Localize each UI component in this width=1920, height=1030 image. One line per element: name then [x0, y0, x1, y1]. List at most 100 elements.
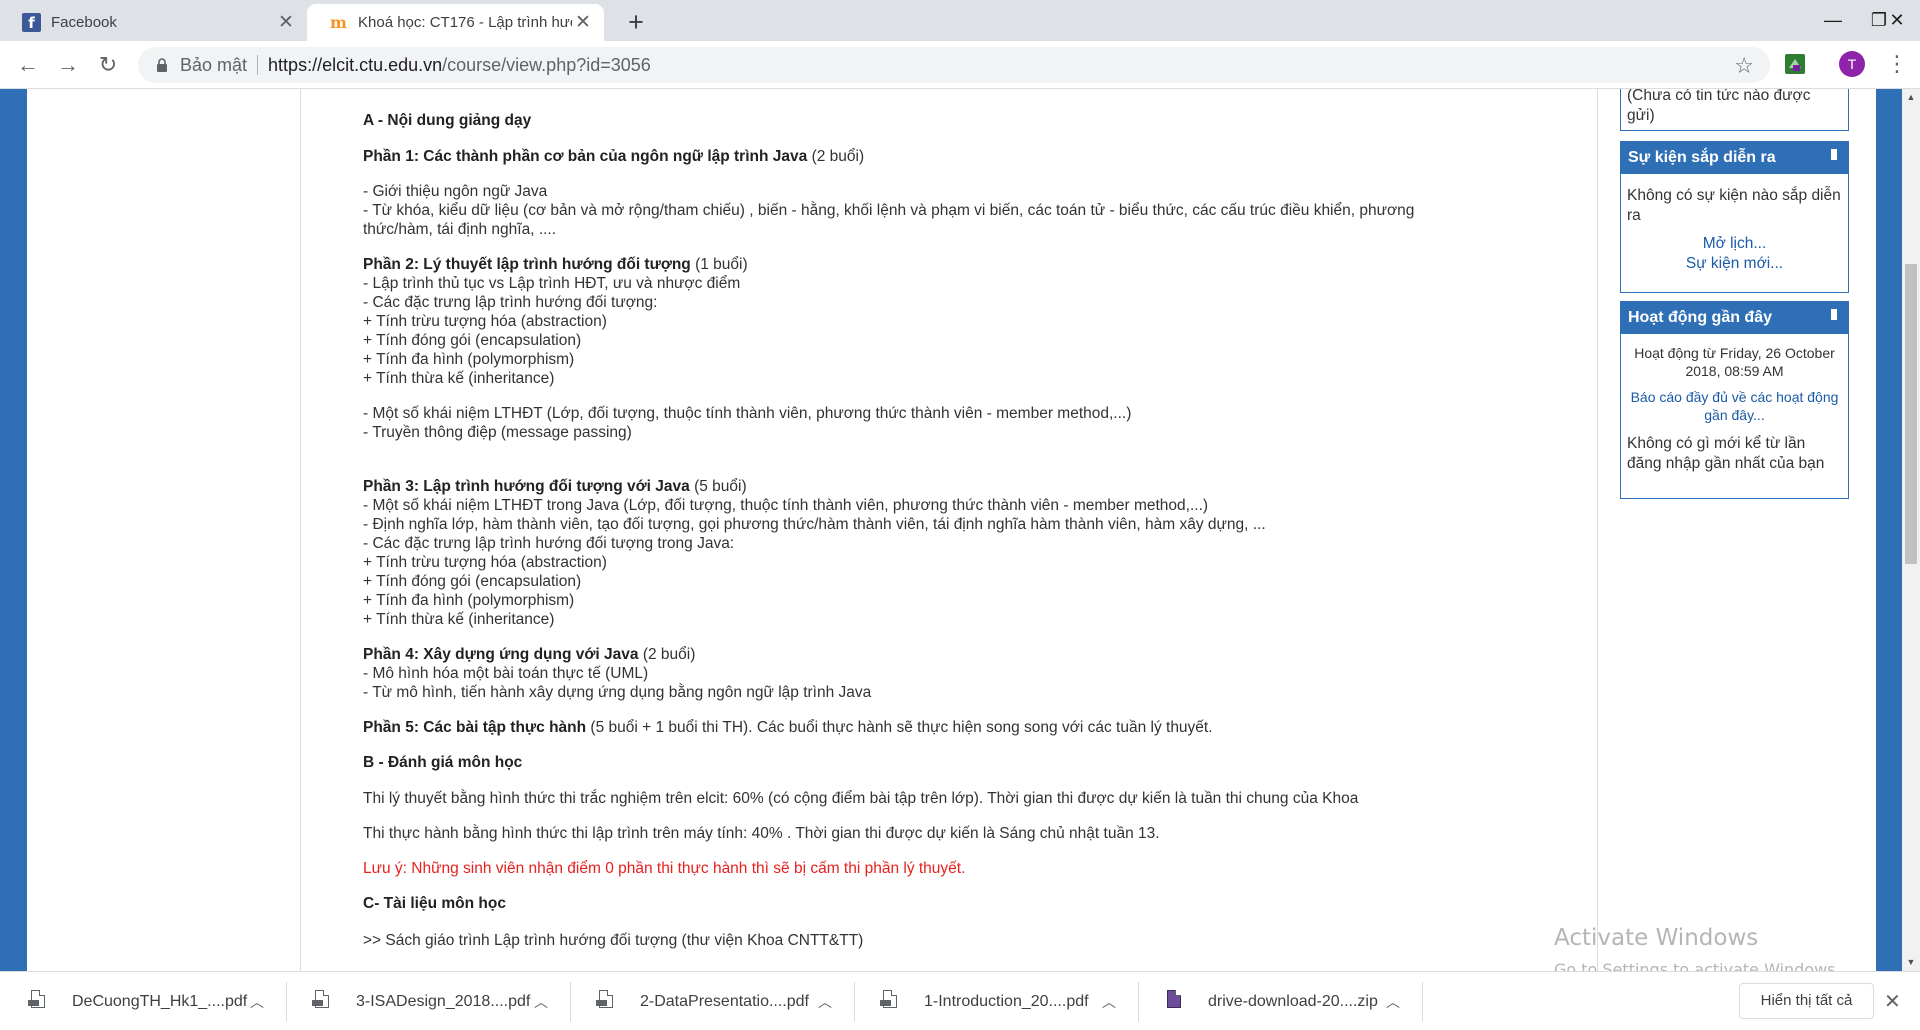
full-activity-report-link[interactable]: Báo cáo đầy đủ về các hoạt động gần đây.…: [1631, 389, 1839, 423]
dock-icon[interactable]: [1827, 148, 1838, 161]
chevron-up-icon[interactable]: ︿: [810, 992, 840, 1012]
url-host: https://elcit.ctu.edu.vn: [268, 54, 443, 75]
part3-line: - Các đặc trưng lập trình hướng đối tượn…: [363, 535, 735, 552]
menu-icon[interactable]: ⋮: [1886, 49, 1908, 79]
url-path: /course/view.php?id=3056: [442, 54, 651, 75]
pdf-file-icon: [28, 990, 48, 1014]
close-tab-icon[interactable]: ✕: [275, 11, 297, 34]
security-label: Bảo mật: [180, 54, 248, 75]
part2-line: - Một số khái niệm LTHĐT (Lớp, đối tượng…: [363, 405, 1132, 422]
part1-line: - Từ khóa, kiểu dữ liệu (cơ bản và mở rộ…: [363, 202, 1415, 219]
download-filename: 3-ISADesign_2018....pdf: [356, 993, 531, 1010]
forward-icon[interactable]: →: [52, 49, 84, 81]
part2-line: - Các đặc trưng lập trình hướng đối tượn…: [363, 294, 658, 311]
download-item[interactable]: 2-DataPresentatio....pdf ︿: [568, 980, 840, 1024]
download-filename: 1-Introduction_20....pdf: [924, 993, 1089, 1010]
bookmark-star-icon[interactable]: ☆: [1734, 53, 1754, 79]
section-b-heading: B - Đánh giá môn học: [363, 754, 523, 771]
part4-line: - Từ mô hình, tiến hành xây dựng ứng dụn…: [363, 684, 872, 701]
download-item[interactable]: 3-ISADesign_2018....pdf ︿: [284, 980, 556, 1024]
column-divider: [1597, 89, 1598, 971]
part2-line: + Tính đóng gói (encapsulation): [363, 332, 582, 349]
address-bar[interactable]: Bảo mật https://elcit.ctu.edu.vn/course/…: [138, 47, 1770, 83]
download-item[interactable]: DeCuongTH_Hk1_....pdf ︿: [0, 980, 272, 1024]
events-empty-text: Không có sự kiện nào sắp diễn ra: [1627, 187, 1841, 224]
chevron-up-icon[interactable]: ︿: [1094, 992, 1124, 1012]
extension-icon[interactable]: [1784, 53, 1806, 75]
part1-line: thức/hàm, tái định nghĩa, ....: [363, 221, 557, 238]
part1-heading: Phần 1: Các thành phần cơ bản của ngôn n…: [363, 148, 865, 165]
material-line: >> Sách giáo trình Lập trình hướng đối t…: [363, 932, 864, 949]
facebook-icon: f: [22, 13, 41, 32]
section-a-heading: A - Nội dung giảng dạy: [363, 112, 532, 129]
recent-activity-block: Hoạt động gần đây Hoạt động từ Friday, 2…: [1620, 301, 1849, 499]
page-frame-right: [1876, 89, 1902, 971]
browser-toolbar: ← → ↻ Bảo mật https://elcit.ctu.edu.vn/c…: [0, 41, 1920, 89]
part2-line: + Tính trừu tượng hóa (abstraction): [363, 313, 607, 330]
minimize-button[interactable]: —: [1810, 3, 1856, 37]
download-filename: drive-download-20....zip: [1208, 993, 1378, 1010]
tab-title: Khoá học: CT176 - Lập trình hướ: [358, 14, 572, 31]
divider: [257, 55, 259, 75]
part3-line: - Một số khái niệm LTHĐT trong Java (Lớp…: [363, 497, 1209, 514]
activate-windows-title: Activate Windows: [1554, 925, 1759, 951]
vertical-scrollbar[interactable]: ▲ ▼: [1902, 89, 1920, 971]
chevron-up-icon[interactable]: ︿: [242, 992, 272, 1012]
scrollbar-thumb[interactable]: [1905, 264, 1917, 564]
section-c-heading: C- Tài liệu môn học: [363, 895, 506, 912]
pdf-file-icon: [880, 990, 900, 1014]
part4-heading: Phần 4: Xây dựng ứng dụng với Java (2 bu…: [363, 646, 696, 663]
part2-line: + Tính đa hình (polymorphism): [363, 351, 575, 368]
close-tab-icon[interactable]: ✕: [572, 11, 594, 34]
part3-line: + Tính trừu tượng hóa (abstraction): [363, 554, 607, 571]
back-icon[interactable]: ←: [12, 49, 44, 81]
tab-title: Facebook: [51, 14, 117, 31]
zip-file-icon: [1164, 990, 1184, 1014]
part1-line: - Giới thiệu ngôn ngữ Java: [363, 183, 548, 200]
close-shelf-icon[interactable]: ✕: [1884, 989, 1901, 1014]
page-frame-left: [0, 89, 27, 971]
page-viewport: A - Nội dung giảng dạy Phần 1: Các thành…: [0, 89, 1902, 971]
open-calendar-link[interactable]: Mở lịch...: [1703, 235, 1767, 252]
new-event-link[interactable]: Sự kiện mới...: [1686, 255, 1783, 272]
tab-facebook[interactable]: f Facebook ✕: [0, 4, 308, 41]
warning-note: Lưu ý: Những sinh viên nhận điểm 0 phần …: [363, 860, 966, 877]
scroll-up-icon[interactable]: ▲: [1902, 89, 1920, 106]
scroll-down-icon[interactable]: ▼: [1902, 954, 1920, 971]
download-filename: DeCuongTH_Hk1_....pdf: [72, 993, 248, 1010]
pdf-file-icon: [312, 990, 332, 1014]
block-title: Hoạt động gần đây: [1628, 309, 1772, 326]
tab-strip: f Facebook ✕ m Khoá học: CT176 - Lập trì…: [0, 0, 1920, 41]
grading-line: Thi lý thuyết bằng hình thức thi trắc ng…: [363, 790, 1359, 807]
news-empty-text: (Chưa có tin tức nào được gửi): [1627, 89, 1811, 124]
show-all-button[interactable]: Hiển thị tất cả: [1739, 983, 1874, 1019]
chevron-up-icon[interactable]: ︿: [1378, 992, 1408, 1012]
download-item[interactable]: 1-Introduction_20....pdf ︿: [852, 980, 1124, 1024]
part3-heading: Phần 3: Lập trình hướng đối tượng với Ja…: [363, 478, 747, 495]
part2-line: + Tính thừa kế (inheritance): [363, 370, 555, 387]
divider: [1422, 982, 1423, 1022]
part2-heading: Phần 2: Lý thuyết lập trình hướng đối tư…: [363, 256, 748, 273]
column-divider: [300, 89, 301, 971]
part4-line: - Mô hình hóa một bài toán thực tế (UML): [363, 665, 649, 682]
reload-icon[interactable]: ↻: [92, 49, 124, 81]
lock-icon: [152, 57, 172, 73]
activity-empty-text: Không có gì mới kể từ lần đăng nhập gần …: [1627, 435, 1825, 472]
grading-line: Thi thực hành bằng hình thức thi lập trì…: [363, 825, 1160, 842]
moodle-icon: m: [330, 13, 347, 32]
part3-line: + Tính đóng gói (encapsulation): [363, 573, 582, 590]
profile-avatar[interactable]: T: [1839, 51, 1865, 77]
new-tab-button[interactable]: +: [622, 7, 650, 38]
upcoming-events-block: Sự kiện sắp diễn ra Không có sự kiện nào…: [1620, 141, 1849, 293]
block-header: Hoạt động gần đây: [1621, 302, 1848, 334]
tab-course[interactable]: m Khoá học: CT176 - Lập trình hướ ✕: [307, 4, 604, 41]
close-window-button[interactable]: ✕: [1874, 3, 1920, 37]
part5-heading: Phần 5: Các bài tập thực hành (5 buổi + …: [363, 719, 1213, 736]
news-block: (Chưa có tin tức nào được gửi): [1620, 89, 1849, 131]
part3-line: - Định nghĩa lớp, hàm thành viên, tạo đố…: [363, 516, 1266, 533]
dock-icon[interactable]: [1827, 308, 1838, 321]
download-item[interactable]: drive-download-20....zip ︿: [1136, 980, 1408, 1024]
part2-line: - Lập trình thủ tục vs Lập trình HĐT, ưu…: [363, 275, 741, 292]
part2-line: - Truyền thông điệp (message passing): [363, 424, 632, 441]
chevron-up-icon[interactable]: ︿: [526, 992, 556, 1012]
